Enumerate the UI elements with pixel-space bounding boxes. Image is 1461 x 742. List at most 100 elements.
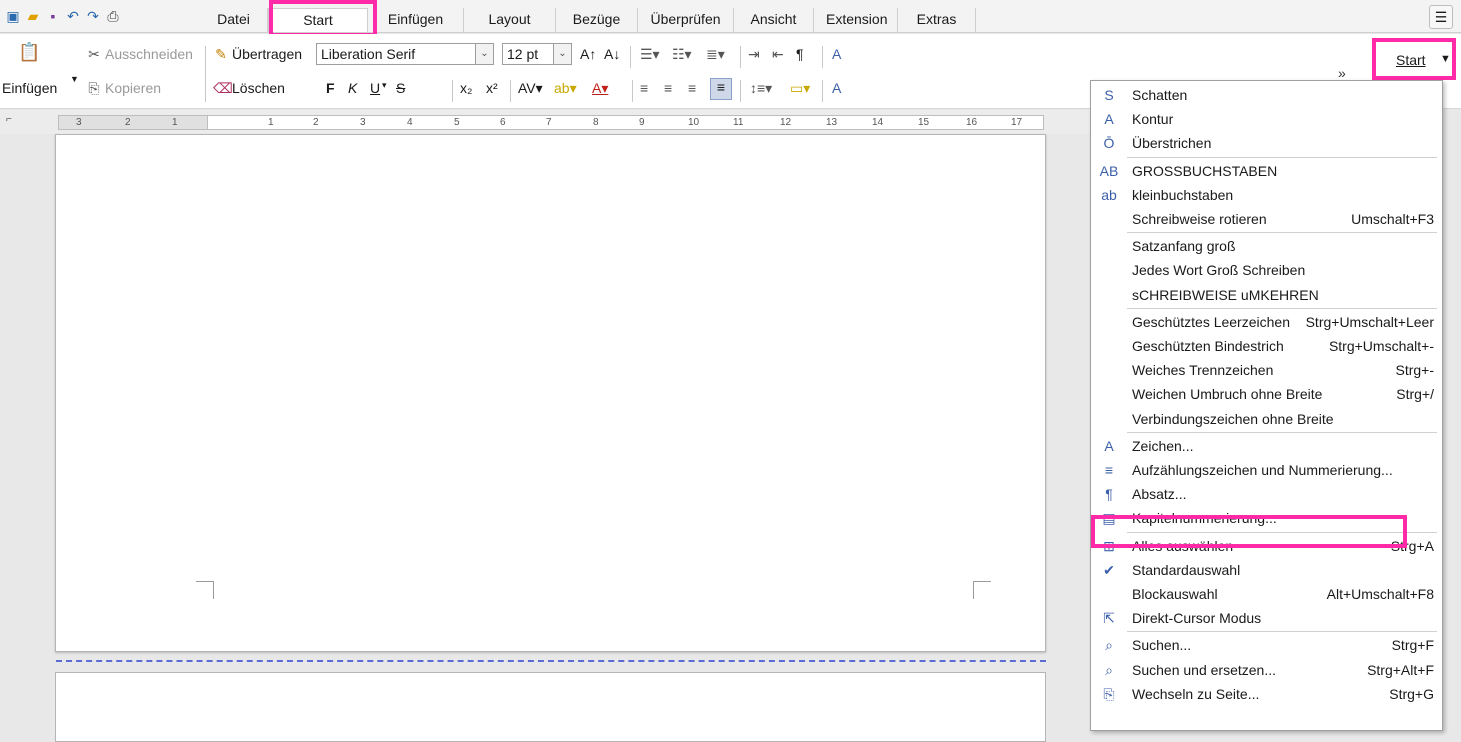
menu-item-label: Zeichen...: [1132, 437, 1194, 454]
indent-icon[interactable]: ⇥: [748, 46, 760, 63]
menu-item-geschütztes-leerzeichen[interactable]: Geschütztes Leerzeichen Strg+Umschalt+Lee…: [1091, 310, 1442, 334]
hamburger-menu-icon[interactable]: ☰: [1429, 5, 1453, 29]
tab-bar: ▣ ▰ ▪ ↶ ↷ ⎙ Datei Start Einfügen Layout Bezü…: [0, 0, 1461, 33]
menu-item-aufzählungszeichen-und-nummerierung[interactable]: ≡ Aufzählungszeichen und Nummerierung...: [1091, 458, 1442, 482]
menu-item-direkt-cursor-modus[interactable]: ⇱ Direkt-Cursor Modus: [1091, 606, 1442, 630]
menu-item-kapitelnummerierung[interactable]: ▤ Kapitelnummerierung...: [1091, 506, 1442, 530]
tab-einfügen[interactable]: Einfügen: [368, 8, 464, 32]
align-left-icon[interactable]: ≡: [640, 80, 648, 96]
new-document-icon[interactable]: ▣: [4, 8, 22, 25]
cut-button[interactable]: ✂ Ausschneiden: [86, 46, 193, 63]
italic-button[interactable]: K: [348, 80, 357, 96]
line-spacing-icon[interactable]: ↕≡▾: [750, 80, 772, 97]
numbering-icon[interactable]: ☷▾: [672, 46, 692, 63]
overflow-chevron-icon[interactable]: »: [1338, 65, 1346, 81]
underline-dropdown-icon[interactable]: ▾: [382, 80, 387, 91]
menu-item-schreibweise-rotieren[interactable]: Schreibweise rotieren Umschalt+F3: [1091, 207, 1442, 231]
menu-item-absatz[interactable]: ¶ Absatz...: [1091, 482, 1442, 506]
menu-item-grossbuchstaben[interactable]: AB GROSSBUCHSTABEN: [1091, 159, 1442, 183]
document-area[interactable]: [0, 134, 1090, 742]
page-corner-mark: [196, 581, 214, 599]
ruler-number: 2: [125, 117, 131, 128]
tab-bezüge[interactable]: Bezüge: [556, 8, 638, 32]
bullets-icon[interactable]: ☰▾: [640, 46, 660, 63]
tab-layout[interactable]: Layout: [464, 8, 556, 32]
clear-formatting-button[interactable]: ⌫Löschen: [213, 80, 285, 97]
shrink-font-icon[interactable]: A↓: [604, 46, 620, 62]
menu-item-verbindungszeichen-ohne-breite[interactable]: Verbindungszeichen ohne Breite: [1091, 407, 1442, 431]
menu-item-shortcut: Strg+-: [1395, 362, 1434, 379]
undo-icon[interactable]: ↶: [64, 8, 82, 25]
tab-extras[interactable]: Extras: [898, 8, 976, 32]
paste-button[interactable]: Einfügen: [2, 80, 57, 96]
tab-datei[interactable]: Datei: [200, 8, 268, 32]
horizontal-ruler[interactable]: ⌐ 3 2 1 1 2 3 4 5 6 7 8 9 10 11 12 13 14 15 16 17: [0, 110, 1090, 134]
tab-überprüfen[interactable]: Überprüfen: [638, 8, 734, 32]
redo-icon[interactable]: ↷: [84, 8, 102, 25]
font-name-dropdown-icon[interactable]: ⌄: [476, 43, 494, 65]
styles-icon[interactable]: A: [832, 46, 841, 62]
menu-item-blockauswahl[interactable]: Blockauswahl Alt+Umschalt+F8: [1091, 582, 1442, 606]
menu-item-geschützten-bindestrich[interactable]: Geschützten Bindestrich Strg+Umschalt+-: [1091, 334, 1442, 358]
bold-button[interactable]: F: [326, 80, 335, 96]
save-icon[interactable]: ▪: [44, 8, 62, 25]
menu-item-weiches-trennzeichen[interactable]: Weiches Trennzeichen Strg+-: [1091, 358, 1442, 382]
separator: [510, 80, 511, 102]
underline-button[interactable]: U: [370, 80, 380, 96]
menu-item-weichen-umbruch-ohne-breite[interactable]: Weichen Umbruch ohne Breite Strg+/: [1091, 382, 1442, 406]
tab-start[interactable]: Start: [268, 8, 368, 32]
copy-button[interactable]: ⎘ Kopieren: [86, 80, 161, 97]
menu-item-satzanfang-groß[interactable]: Satzanfang groß: [1091, 234, 1442, 258]
align-center-icon[interactable]: ≡: [664, 80, 672, 96]
ruler-number: 10: [688, 117, 700, 128]
character-spacing-icon[interactable]: AV▾: [518, 80, 543, 97]
outline-icon[interactable]: ≣▾: [706, 46, 725, 63]
update-style-icon[interactable]: A: [832, 80, 841, 96]
clone-formatting-button[interactable]: ✎ Übertragen: [213, 46, 302, 63]
justify-icon[interactable]: ≡: [710, 78, 732, 100]
tab-ansicht[interactable]: Ansicht: [734, 8, 814, 32]
menu-item-suchen[interactable]: ⌕ Suchen... Strg+F: [1091, 633, 1442, 657]
menu-item-wechseln-zu-seite[interactable]: ⎘ Wechseln zu Seite... Strg+G: [1091, 682, 1442, 706]
menu-item-jedes-wort-groß-schreiben[interactable]: Jedes Wort Groß Schreiben: [1091, 258, 1442, 282]
font-size-input[interactable]: 12 pt: [502, 43, 554, 65]
superscript-button[interactable]: x²: [486, 80, 498, 96]
tab-extension[interactable]: Extension: [814, 8, 898, 32]
menu-item-label: Weichen Umbruch ohne Breite: [1132, 386, 1323, 403]
tab-stop-icon[interactable]: ⌐: [6, 114, 12, 125]
outdent-icon[interactable]: ⇤: [772, 46, 784, 63]
menu-item-shortcut: Strg+F: [1391, 637, 1434, 654]
paragraph-background-icon[interactable]: ▭▾: [790, 80, 810, 97]
font-size-dropdown-icon[interactable]: ⌄: [554, 43, 572, 65]
menu-item-suchen-und-ersetzen[interactable]: ⌕ Suchen und ersetzen... Strg+Alt+F: [1091, 658, 1442, 682]
strikethrough-button[interactable]: S: [396, 80, 405, 96]
subscript-button[interactable]: x₂: [460, 80, 472, 96]
paste-dropdown-icon[interactable]: ▼: [70, 74, 79, 84]
menu-item-standardauswahl[interactable]: ✔ Standardauswahl: [1091, 558, 1442, 582]
menu-item-kontur[interactable]: A Kontur: [1091, 107, 1442, 131]
menu-item-alles-auswählen[interactable]: ⊞ Alles auswählen Strg+A: [1091, 534, 1442, 558]
highlight-color-icon[interactable]: ab▾: [554, 80, 577, 97]
grow-font-icon[interactable]: A↑: [580, 46, 596, 62]
start-dropdown-button[interactable]: Start ▼: [1372, 38, 1456, 80]
menu-item-schatten[interactable]: S Schatten: [1091, 83, 1442, 107]
menu-item-zeichen[interactable]: A Zeichen...: [1091, 434, 1442, 458]
menu-item-shortcut: Strg+Alt+F: [1367, 661, 1434, 678]
menu-item-kleinbuchstaben[interactable]: ab kleinbuchstaben: [1091, 183, 1442, 207]
menu-separator: [1127, 307, 1437, 309]
menu-item-shortcut: Alt+Umschalt+F8: [1326, 586, 1434, 602]
document-page[interactable]: [55, 134, 1046, 652]
paste-icon[interactable]: 📋: [18, 42, 40, 63]
print-icon[interactable]: ⎙: [104, 8, 122, 25]
formatting-marks-icon[interactable]: ¶: [796, 46, 804, 62]
font-name-input[interactable]: Liberation Serif: [316, 43, 476, 65]
menu-tabs: Datei Start Einfügen Layout Bezüge Überprüfen…: [200, 8, 976, 32]
font-color-icon[interactable]: A▾: [592, 80, 608, 97]
separator: [822, 46, 823, 68]
menu-item-schreibweise-umkehren[interactable]: sCHREIBWEISE uMKEHREN: [1091, 283, 1442, 307]
menu-item-überstrichen[interactable]: Ō Überstrichen: [1091, 131, 1442, 155]
ruler-number: 11: [733, 117, 744, 128]
open-folder-icon[interactable]: ▰: [24, 8, 42, 25]
align-right-icon[interactable]: ≡: [688, 80, 696, 96]
document-page[interactable]: [55, 672, 1046, 742]
